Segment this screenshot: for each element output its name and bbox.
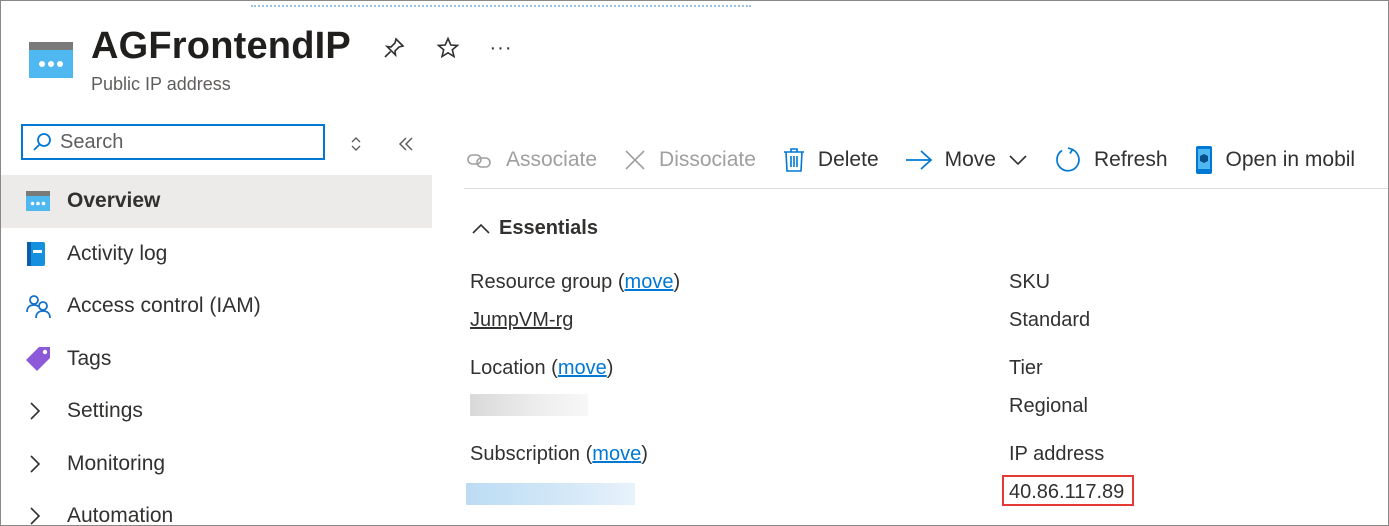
sort-toggle-icon[interactable] — [343, 131, 369, 157]
overview-icon — [25, 186, 65, 216]
subscription-value-redacted — [466, 483, 635, 505]
sidebar-item-label: Activity log — [67, 241, 168, 265]
move-label: Move — [944, 148, 996, 171]
location-label: Location (move) — [470, 357, 614, 379]
chevron-up-icon — [472, 223, 490, 234]
sidebar-item-label: Access control (IAM) — [67, 294, 261, 318]
search-icon — [33, 133, 51, 151]
location-value-redacted — [470, 394, 588, 416]
ip-address-label: IP address — [1009, 443, 1105, 465]
sidebar-item-label: Settings — [67, 399, 143, 423]
toolbar-divider — [464, 188, 1388, 189]
resource-group-label: Resource group (move) — [470, 271, 681, 293]
sidebar-item-automation[interactable]: Automation — [1, 490, 432, 526]
chevron-right-icon — [25, 501, 65, 525]
sidebar-item-label: Tags — [67, 346, 112, 370]
refresh-button[interactable]: Refresh — [1054, 146, 1168, 174]
delete-label: Delete — [817, 148, 879, 171]
sidebar-item-tags[interactable]: Tags — [1, 333, 432, 386]
tag-icon — [25, 344, 65, 374]
arrow-right-icon — [905, 150, 932, 170]
sidebar-item-label: Overview — [67, 189, 161, 213]
essentials-toggle[interactable]: Essentials — [471, 217, 598, 240]
resource-group-text: Resource group — [470, 271, 613, 293]
ip-highlight-box — [1002, 475, 1134, 506]
sku-label: SKU — [1009, 271, 1051, 293]
subscription-move-link[interactable]: move — [592, 443, 641, 465]
command-bar: Associate Dissociate Delete Move Refresh… — [466, 139, 1381, 181]
activity-log-icon — [25, 239, 65, 269]
resource-group-link[interactable]: JumpVM-rg — [470, 309, 573, 332]
dissociate-label: Dissociate — [659, 148, 756, 171]
link-icon — [467, 154, 491, 168]
star-icon[interactable] — [433, 33, 463, 63]
sidebar-nav: Overview Activity log Access control (IA… — [1, 175, 432, 526]
search-box[interactable] — [21, 124, 325, 160]
sidebar-item-monitoring[interactable]: Monitoring — [1, 438, 432, 491]
sidebar-item-settings[interactable]: Settings — [1, 385, 432, 438]
subscription-text: Subscription — [470, 443, 581, 465]
essentials-heading: Essentials — [499, 217, 598, 239]
chevron-down-icon — [1009, 155, 1027, 166]
public-ip-icon — [29, 42, 73, 78]
tier-value: Regional — [1009, 395, 1088, 417]
top-breadcrumb-fragment — [251, 1, 751, 7]
trash-icon — [783, 148, 804, 172]
search-input[interactable] — [58, 129, 312, 155]
pin-icon[interactable] — [379, 33, 409, 63]
people-icon — [25, 291, 65, 321]
move-button[interactable]: Move — [905, 148, 1028, 172]
associate-button[interactable]: Associate — [466, 148, 597, 172]
location-text: Location — [470, 357, 546, 379]
delete-button[interactable]: Delete — [782, 147, 879, 173]
page-title: AGFrontendIP — [91, 25, 351, 67]
open-in-mobile-button[interactable]: Open in mobil — [1194, 145, 1356, 175]
mobile-icon — [1195, 146, 1212, 174]
more-icon[interactable]: ··· — [486, 33, 516, 63]
sidebar-item-label: Monitoring — [67, 451, 166, 475]
open-in-mobile-label: Open in mobil — [1225, 148, 1356, 171]
subscription-label: Subscription (move) — [470, 443, 648, 465]
associate-label: Associate — [506, 148, 598, 171]
refresh-label: Refresh — [1093, 148, 1168, 171]
chevron-right-icon — [25, 449, 65, 479]
sidebar-item-label: Automation — [67, 504, 174, 526]
collapse-icon[interactable] — [393, 131, 419, 157]
refresh-icon — [1056, 147, 1080, 172]
resource-group-move-link[interactable]: move — [625, 271, 674, 293]
portal-window: AGFrontendIP Public IP address ··· Searc… — [0, 0, 1389, 526]
page-subtitle: Public IP address — [91, 74, 231, 94]
sidebar-item-iam[interactable]: Access control (IAM) — [1, 280, 432, 333]
close-icon — [625, 150, 645, 170]
location-move-link[interactable]: move — [558, 357, 607, 379]
chevron-right-icon — [25, 396, 65, 426]
dissociate-button[interactable]: Dissociate — [623, 148, 756, 172]
sku-value: Standard — [1009, 309, 1091, 331]
sidebar-item-activity-log[interactable]: Activity log — [1, 228, 432, 281]
tier-label: Tier — [1009, 357, 1043, 379]
sidebar-item-overview[interactable]: Overview — [1, 175, 432, 228]
